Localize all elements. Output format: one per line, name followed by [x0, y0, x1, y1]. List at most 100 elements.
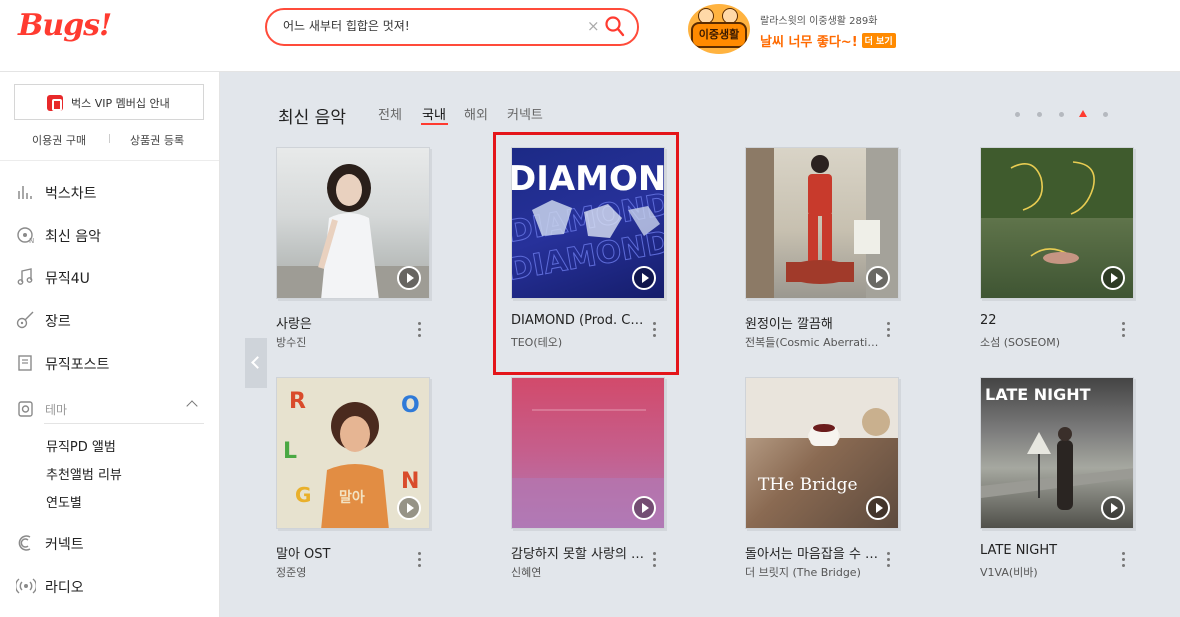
album-cover[interactable] [980, 147, 1134, 299]
vip-membership-button[interactable]: 벅스 VIP 멤버십 안내 [14, 84, 204, 120]
sidebar-divider [0, 160, 219, 161]
section-title: 최신 음악 [278, 108, 346, 128]
prev-page-button[interactable] [245, 338, 267, 388]
album-artist[interactable]: 신혜연 [511, 564, 646, 580]
album-title[interactable]: LATE NIGHT [980, 543, 1115, 558]
tab-connect[interactable]: 커넥트 [507, 104, 543, 123]
album-cover[interactable]: LATE NIGHT [980, 377, 1134, 529]
sidebar-sub-item-musicpd[interactable]: 뮤직PD 앨범 [46, 436, 116, 455]
sidebar-item-music4u[interactable]: 뮤직4U [16, 265, 206, 289]
sidebar-item-chart[interactable]: 벅스차트 [16, 180, 206, 204]
search-icon[interactable] [605, 16, 625, 38]
sidebar: 벅스 VIP 멤버십 안내 이용권 구매 상품권 등록 벅스차트 N 최신 음악… [0, 72, 220, 617]
play-button[interactable] [397, 266, 421, 290]
album-card: 사랑은 방수진 [276, 147, 456, 350]
svg-text:R: R [289, 389, 306, 414]
album-cover[interactable] [511, 377, 665, 529]
sidebar-item-label: 커넥트 [45, 537, 84, 553]
album-title[interactable]: DIAMOND (Prod. Cosmic Boy) [511, 313, 646, 328]
svg-text:G: G [295, 483, 311, 507]
header: Bugs! × 이중생활 랄라스윗의 이중생활 289화 날씨 너무 좋다~!더… [0, 0, 1180, 72]
clear-search-icon[interactable]: × [587, 17, 600, 35]
svg-text:N: N [401, 469, 419, 494]
vip-label: 벅스 VIP 멤버십 안내 [71, 97, 170, 110]
album-card: THe Bridge 돌아서는 마음잡을 수 없어 더 브릿지 (The Bri… [745, 377, 925, 580]
register-voucher-link[interactable]: 상품권 등록 [130, 132, 184, 148]
album-artist[interactable]: TEO(테오) [511, 334, 646, 350]
podcast-promo-image[interactable]: 이중생활 [688, 4, 750, 54]
sidebar-item-radio[interactable]: 라디오 [16, 574, 206, 598]
sidebar-item-connect[interactable]: 커넥트 [16, 531, 206, 555]
page-dot[interactable] [1103, 112, 1108, 117]
promo-badge-text: 이중생활 [698, 28, 740, 41]
more-options-icon[interactable] [651, 550, 657, 568]
vip-icon [47, 95, 63, 111]
more-options-icon[interactable] [651, 320, 657, 338]
album-cover[interactable]: DIAMOND DIAMOND DIAMOND [511, 147, 665, 299]
more-options-icon[interactable] [416, 320, 422, 338]
cover-title-text: 말아 [339, 489, 365, 506]
sidebar-item-label: 라디오 [45, 580, 84, 596]
album-artist[interactable]: 방수진 [276, 334, 411, 350]
promo-more-button[interactable]: 더 보기 [861, 33, 896, 48]
album-cover[interactable]: R O L N G 말아 [276, 377, 430, 529]
play-button[interactable] [632, 496, 656, 520]
search-box[interactable]: × [265, 8, 639, 46]
tab-overseas[interactable]: 해외 [464, 104, 488, 123]
album-card: 22 소섬 (SOSEOM) [980, 147, 1160, 350]
sidebar-item-label: 뮤직포스트 [45, 357, 110, 373]
album-title[interactable]: 돌아서는 마음잡을 수 없어 [745, 543, 880, 562]
sidebar-sub-item-year[interactable]: 연도별 [46, 492, 82, 511]
promo-subtitle[interactable]: 랄라스윗의 이중생활 289화 [760, 12, 877, 27]
sidebar-item-genre[interactable]: 장르 [16, 308, 206, 332]
album-card: 감당하지 못할 사랑의 가시 신혜연 [511, 377, 691, 580]
album-title[interactable]: 22 [980, 313, 1115, 328]
album-cover[interactable] [745, 147, 899, 299]
sidebar-sub-item-review[interactable]: 추천앨범 리뷰 [46, 464, 122, 483]
more-options-icon[interactable] [1120, 320, 1126, 338]
page-dot-active[interactable] [1079, 110, 1087, 117]
guitar-icon [16, 311, 34, 329]
album-title[interactable]: 사랑은 [276, 313, 411, 332]
svg-text:L: L [283, 439, 297, 464]
play-button[interactable] [1101, 496, 1125, 520]
play-button[interactable] [866, 266, 890, 290]
chevron-up-icon[interactable] [186, 400, 198, 412]
play-button[interactable] [866, 496, 890, 520]
more-options-icon[interactable] [885, 320, 891, 338]
album-artist[interactable]: 정준영 [276, 564, 411, 580]
page-dot[interactable] [1015, 112, 1020, 117]
more-options-icon[interactable] [1120, 550, 1126, 568]
album-card: R O L N G 말아 말아 OST 정준영 [276, 377, 456, 580]
play-button[interactable] [397, 496, 421, 520]
more-options-icon[interactable] [885, 550, 891, 568]
page-dot[interactable] [1059, 112, 1064, 117]
sidebar-item-new-music[interactable]: N 최신 음악 [16, 223, 206, 247]
tab-all[interactable]: 전체 [378, 104, 402, 123]
album-title[interactable]: 원정이는 깔끔해 [745, 313, 880, 332]
theme-divider [44, 423, 204, 424]
album-artist[interactable]: 전복들(Cosmic Aberration) [745, 334, 880, 350]
new-music-icon: N [17, 227, 34, 244]
page-dot[interactable] [1037, 112, 1042, 117]
album-artist[interactable]: 소섬 (SOSEOM) [980, 334, 1115, 350]
album-cover[interactable]: THe Bridge [745, 377, 899, 529]
promo-title[interactable]: 날씨 너무 좋다~! 더 보기 [760, 31, 896, 50]
play-button[interactable] [1101, 266, 1125, 290]
buy-pass-link[interactable]: 이용권 구매 [32, 132, 86, 148]
album-artist[interactable]: 더 브릿지 (The Bridge) [745, 564, 880, 580]
search-input[interactable] [283, 18, 583, 32]
sidebar-item-theme[interactable]: 테마 [16, 396, 206, 420]
bugs-logo[interactable]: Bugs! [18, 8, 112, 43]
play-button[interactable] [632, 266, 656, 290]
album-cover[interactable] [276, 147, 430, 299]
tab-domestic[interactable]: 국내 [422, 104, 446, 123]
album-card: 원정이는 깔끔해 전복들(Cosmic Aberration) [745, 147, 925, 350]
promo-title-text[interactable]: 날씨 너무 좋다~! [760, 35, 858, 50]
post-icon [18, 355, 32, 371]
sidebar-item-music-post[interactable]: 뮤직포스트 [16, 351, 206, 375]
more-options-icon[interactable] [416, 550, 422, 568]
album-artist[interactable]: V1VA(비바) [980, 564, 1115, 580]
album-title[interactable]: 말아 OST [276, 543, 411, 562]
album-title[interactable]: 감당하지 못할 사랑의 가시 [511, 543, 646, 562]
